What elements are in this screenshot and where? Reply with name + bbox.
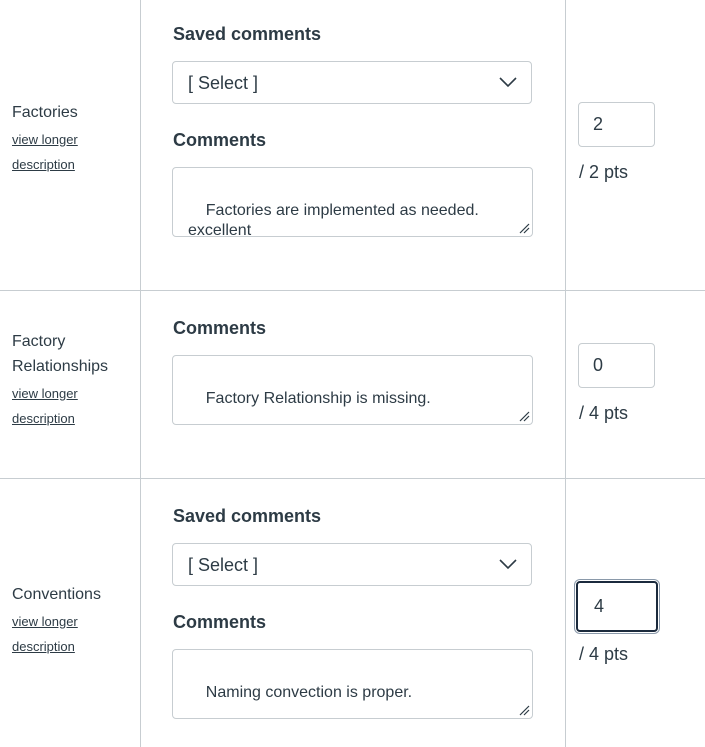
view-longer-description-link[interactable]: description: [12, 152, 75, 177]
column-divider: [565, 0, 566, 747]
points-input[interactable]: 4: [576, 581, 658, 632]
select-value: [ Select ]: [188, 73, 259, 93]
comments-label: Comments: [173, 318, 267, 338]
column-divider: [140, 0, 141, 747]
comment-text: Factories are implemented as needed. exc…: [188, 202, 479, 239]
view-longer-description-link[interactable]: view longer: [12, 127, 78, 152]
rubric-table: Factories view longer description Saved …: [0, 0, 705, 747]
comments-textarea[interactable]: Factories are implemented as needed. exc…: [172, 167, 533, 239]
saved-comments-select[interactable]: [ Select ]: [172, 61, 532, 104]
view-longer-description-link[interactable]: view longer: [12, 381, 78, 406]
criterion-title: Relationships: [12, 358, 109, 375]
criterion-title: Conventions: [12, 586, 101, 603]
comments-textarea[interactable]: Factory Relationship is missing.: [172, 355, 533, 425]
comments-label: Comments: [173, 130, 267, 150]
max-points: / 4 pts: [579, 644, 629, 664]
chevron-down-icon: [499, 77, 517, 88]
view-longer-description-link[interactable]: description: [12, 406, 75, 431]
comment-text: Naming convection is proper.: [205, 684, 413, 701]
saved-comments-select[interactable]: [ Select ]: [172, 543, 532, 586]
saved-comments-label: Saved comments: [173, 24, 322, 44]
chevron-down-icon: [499, 559, 517, 570]
criterion-title: Factories: [12, 104, 78, 121]
comment-text: Factory Relationship is missing.: [205, 390, 431, 407]
resize-handle-icon[interactable]: [518, 410, 530, 422]
points-input[interactable]: 0: [578, 343, 655, 388]
comments-textarea[interactable]: Naming convection is proper.: [172, 649, 533, 719]
resize-handle-icon[interactable]: [518, 704, 530, 716]
max-points: / 2 pts: [579, 162, 629, 182]
row-divider: [0, 290, 705, 291]
view-longer-description-link[interactable]: view longer: [12, 609, 78, 634]
saved-comments-label: Saved comments: [173, 506, 322, 526]
resize-handle-icon[interactable]: [518, 222, 530, 234]
select-value: [ Select ]: [188, 555, 259, 575]
row-divider: [0, 478, 705, 479]
comments-label: Comments: [173, 612, 267, 632]
max-points: / 4 pts: [579, 403, 629, 423]
criterion-title: Factory: [12, 333, 66, 350]
points-input[interactable]: 2: [578, 102, 655, 147]
view-longer-description-link[interactable]: description: [12, 634, 75, 659]
